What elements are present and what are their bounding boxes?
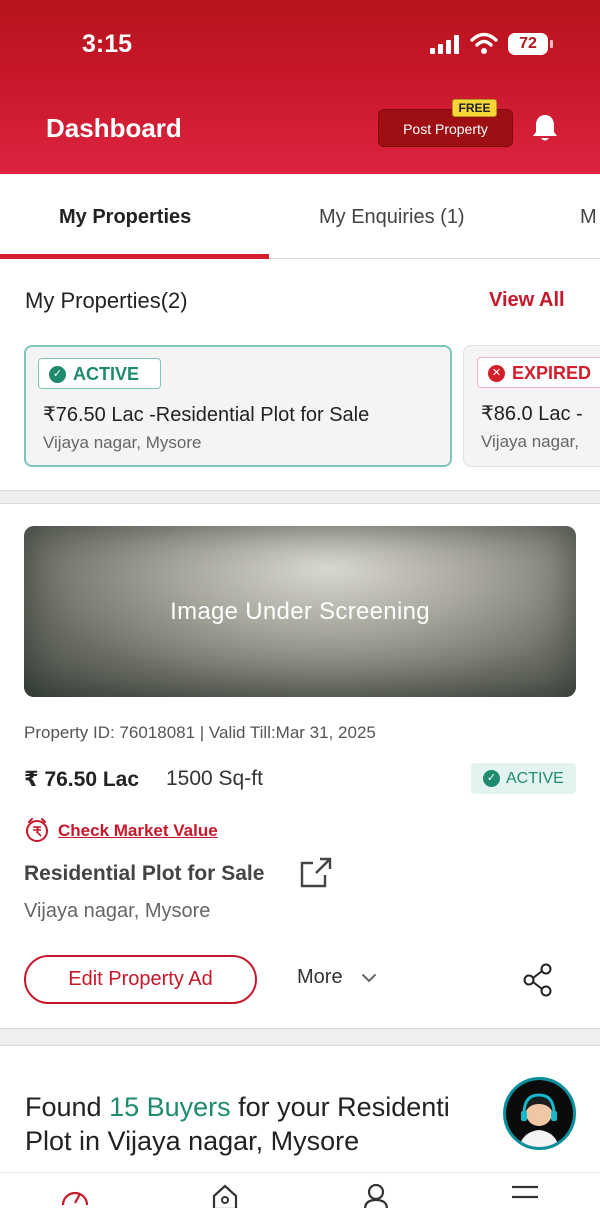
property-image[interactable]: Image Under Screening [24, 526, 576, 697]
external-link-icon[interactable] [299, 857, 333, 889]
page-title: Dashboard [46, 113, 182, 143]
tab-more[interactable]: M [580, 206, 597, 229]
check-circle-icon: ✓ [49, 366, 66, 383]
battery-icon: 72 [508, 33, 553, 55]
buyers-summary: Found 15 Buyers for your Residenti Plot … [25, 1092, 450, 1156]
user-icon[interactable] [362, 1183, 390, 1208]
signal-icon [430, 34, 462, 54]
section-divider [0, 490, 600, 504]
home-icon[interactable] [211, 1183, 239, 1208]
check-market-value-link[interactable]: Check Market Value [58, 821, 218, 841]
edit-property-ad-button[interactable]: Edit Property Ad [24, 955, 257, 1004]
bell-icon[interactable] [529, 112, 561, 144]
status-time: 3:15 [82, 30, 133, 58]
chevron-down-icon[interactable] [361, 972, 377, 984]
property-card-expired[interactable]: ✕ EXPIRED ₹86.0 Lac - Vijaya nagar, [463, 345, 600, 467]
property-id-validity: Property ID: 76018081 | Valid Till:Mar 3… [24, 723, 376, 742]
view-all-link[interactable]: View All [489, 289, 565, 312]
rupee-tag-icon [26, 818, 48, 842]
active-tab-indicator [0, 254, 269, 259]
wifi-icon [470, 32, 498, 54]
tab-bar: My Properties My Enquiries (1) M [0, 174, 600, 259]
free-badge: FREE [452, 99, 497, 117]
buyers-count[interactable]: 15 Buyers [109, 1092, 231, 1122]
property-title: Residential Plot for Sale [24, 862, 265, 885]
my-properties-title: My Properties(2) [25, 288, 188, 313]
bottom-nav [0, 1172, 600, 1208]
status-badge: ✓ ACTIVE [471, 763, 576, 794]
check-circle-icon: ✓ [483, 770, 500, 787]
menu-icon[interactable] [510, 1183, 540, 1208]
dashboard-gauge-icon[interactable] [60, 1183, 90, 1208]
property-location: Vijaya nagar, Mysore [24, 900, 211, 922]
property-card-title: ₹76.50 Lac -Residential Plot for Sale [43, 404, 370, 426]
image-status-text: Image Under Screening [170, 598, 430, 625]
section-divider [0, 1028, 600, 1046]
app-header: 3:15 72 Dashboard Post Property FREE [0, 0, 600, 174]
more-button[interactable]: More [297, 966, 343, 989]
tab-my-enquiries[interactable]: My Enquiries (1) [319, 206, 465, 229]
property-card-active[interactable]: ✓ ACTIVE ₹76.50 Lac -Residential Plot fo… [24, 345, 452, 467]
support-agent-icon[interactable] [503, 1077, 576, 1150]
status-badge: ✓ ACTIVE [38, 358, 161, 389]
tab-my-properties[interactable]: My Properties [59, 206, 191, 229]
property-area: 1500 Sq-ft [166, 767, 263, 790]
property-card-title: ₹86.0 Lac - [481, 403, 583, 425]
property-card-location: Vijaya nagar, Mysore [43, 433, 202, 452]
property-price: ₹ 76.50 Lac [24, 768, 140, 791]
share-icon[interactable] [522, 963, 554, 997]
property-card-location: Vijaya nagar, [481, 432, 579, 451]
status-badge: ✕ EXPIRED [477, 357, 600, 388]
close-circle-icon: ✕ [488, 365, 505, 382]
